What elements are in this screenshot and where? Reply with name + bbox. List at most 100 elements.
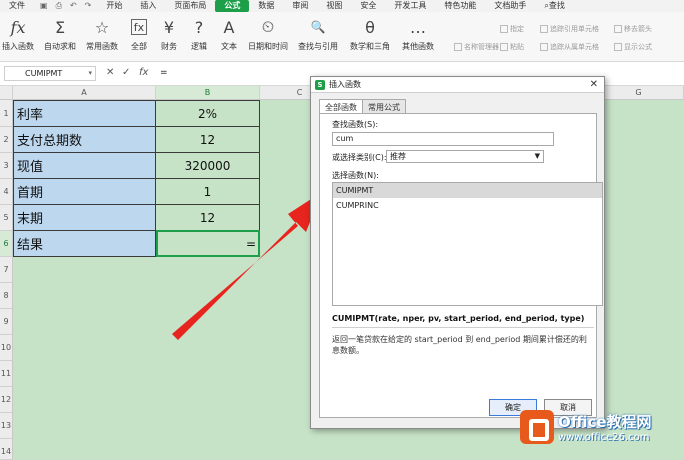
list-item-cumipmt[interactable]: CUMIPMT bbox=[333, 183, 602, 198]
cell-a2[interactable]: 支付总期数 bbox=[13, 127, 156, 153]
chevron-down-icon[interactable]: ▾ bbox=[88, 67, 92, 80]
cancel-icon[interactable]: ✕ bbox=[106, 67, 114, 78]
name-box[interactable]: CUMIPMT ▾ bbox=[4, 66, 96, 81]
row-header-14[interactable]: 14 bbox=[0, 439, 13, 460]
row-header-11[interactable]: 11 bbox=[0, 361, 13, 387]
define-name-button[interactable]: 指定 bbox=[500, 24, 524, 34]
show-formulas-icon bbox=[614, 43, 622, 51]
save-icon[interactable]: ▣ bbox=[40, 1, 48, 11]
math-trig-label: 数学和三角 bbox=[350, 42, 390, 51]
cell-b4[interactable]: 1 bbox=[156, 179, 260, 205]
paste-name-button[interactable]: 粘贴 bbox=[500, 42, 524, 52]
name-manager-button[interactable]: 名称管理器 bbox=[454, 42, 499, 52]
tab-common-formulas[interactable]: 常用公式 bbox=[362, 99, 406, 113]
row-header-3[interactable]: 3 bbox=[0, 153, 13, 179]
menu-security[interactable]: 安全 bbox=[351, 0, 385, 12]
cell-a3[interactable]: 现值 bbox=[13, 153, 156, 179]
menu-search-label: 查找 bbox=[548, 1, 565, 10]
cell-b6-active[interactable]: = bbox=[156, 230, 260, 257]
menu-features[interactable]: 特色功能 bbox=[435, 0, 485, 12]
cell-b3[interactable]: 320000 bbox=[156, 153, 260, 179]
paste-label: 粘贴 bbox=[510, 43, 524, 51]
text-icon: A bbox=[223, 17, 235, 37]
insert-function-label: 插入函数 bbox=[2, 42, 34, 51]
category-select[interactable]: 推荐 ▼ bbox=[386, 150, 544, 163]
dialog-title-bar: S 插入函数 ✕ bbox=[311, 77, 604, 93]
text-button[interactable]: A 文本 bbox=[218, 16, 240, 52]
cell-b2[interactable]: 12 bbox=[156, 127, 260, 153]
column-header-b[interactable]: B bbox=[156, 86, 260, 100]
menu-home[interactable]: 开始 bbox=[97, 0, 131, 12]
function-list[interactable]: CUMIPMT CUMPRINC bbox=[332, 182, 603, 306]
menu-doc-assistant[interactable]: 文档助手 bbox=[485, 0, 535, 12]
row-header-2[interactable]: 2 bbox=[0, 127, 13, 153]
lookup-reference-button[interactable]: 🔍 查找与引用 bbox=[298, 16, 338, 52]
list-item-cumprinc[interactable]: CUMPRINC bbox=[333, 198, 602, 213]
name-box-value: CUMIPMT bbox=[25, 69, 63, 78]
watermark: Office教程网 www.office26.com bbox=[520, 410, 652, 444]
menu-insert[interactable]: 插入 bbox=[131, 0, 165, 12]
search-function-input[interactable]: cum bbox=[332, 132, 554, 146]
remove-arrows-button[interactable]: 移去箭头 bbox=[614, 24, 652, 34]
menu-file[interactable]: 文件 bbox=[0, 0, 34, 12]
insert-function-button[interactable]: fx 插入函数 bbox=[2, 16, 34, 52]
trace-dependents-button[interactable]: 追踪从属单元格 bbox=[540, 42, 599, 52]
row-header-10[interactable]: 10 bbox=[0, 335, 13, 361]
row-header-4[interactable]: 4 bbox=[0, 179, 13, 205]
row-header-12[interactable]: 12 bbox=[0, 387, 13, 413]
math-trig-button[interactable]: θ 数学和三角 bbox=[350, 16, 390, 52]
undo-icon[interactable]: ↶ bbox=[70, 1, 77, 11]
row-header-7[interactable]: 7 bbox=[0, 257, 13, 283]
redo-icon[interactable]: ↷ bbox=[85, 1, 92, 11]
menu-data[interactable]: 数据 bbox=[249, 0, 283, 12]
confirm-icon[interactable]: ✓ bbox=[122, 67, 130, 78]
cell-a4[interactable]: 首期 bbox=[13, 179, 156, 205]
row-header-9[interactable]: 9 bbox=[0, 309, 13, 335]
category-label: 或选择类别(C): bbox=[332, 153, 387, 162]
select-all-corner[interactable] bbox=[0, 86, 13, 100]
yen-icon: ¥ bbox=[163, 17, 175, 37]
row-header-6[interactable]: 6 bbox=[0, 231, 13, 257]
column-header-a[interactable]: A bbox=[13, 86, 156, 100]
date-time-button[interactable]: ⏲ 日期和时间 bbox=[248, 16, 288, 52]
autosum-button[interactable]: Σ 自动求和 bbox=[44, 16, 76, 52]
show-formulas-button[interactable]: 显示公式 bbox=[614, 42, 652, 52]
print-icon[interactable]: ⎙ bbox=[56, 1, 62, 11]
menu-page-layout[interactable]: 页面布局 bbox=[165, 0, 215, 12]
menu-formula[interactable]: 公式 bbox=[215, 0, 250, 12]
common-functions-button[interactable]: ☆ 常用函数 bbox=[86, 16, 118, 52]
row-header-5[interactable]: 5 bbox=[0, 205, 13, 231]
name-manager-icon bbox=[454, 43, 462, 51]
fx-box-icon: fx bbox=[131, 19, 147, 35]
all-functions-button[interactable]: fx 全部 bbox=[128, 16, 150, 52]
menu-developer[interactable]: 开发工具 bbox=[385, 0, 435, 12]
magnifier-icon: 🔍 bbox=[310, 20, 326, 34]
menu-review[interactable]: 审阅 bbox=[283, 0, 317, 12]
trace-precedents-button[interactable]: 追踪引用单元格 bbox=[540, 24, 599, 34]
row-header-8[interactable]: 8 bbox=[0, 283, 13, 309]
ribbon: fx 插入函数 Σ 自动求和 ☆ 常用函数 fx 全部 ¥ 财务 ? 逻辑 A … bbox=[0, 12, 684, 62]
column-header-g[interactable]: G bbox=[594, 86, 684, 100]
tab-all-functions[interactable]: 全部函数 bbox=[319, 99, 363, 114]
cell-b5[interactable]: 12 bbox=[156, 205, 260, 231]
cell-a1[interactable]: 利率 bbox=[13, 100, 156, 127]
row-header-13[interactable]: 13 bbox=[0, 413, 13, 439]
watermark-brand: Office教程网 bbox=[558, 413, 652, 431]
cell-a5[interactable]: 末期 bbox=[13, 205, 156, 231]
cell-b1[interactable]: 2% bbox=[156, 100, 260, 127]
logic-button[interactable]: ? 逻辑 bbox=[188, 16, 210, 52]
menu-view[interactable]: 视图 bbox=[317, 0, 351, 12]
menu-search[interactable]: ⌕查找 bbox=[535, 0, 573, 12]
paste-icon bbox=[500, 43, 508, 51]
row-header-1[interactable]: 1 bbox=[0, 100, 13, 127]
finance-button[interactable]: ¥ 财务 bbox=[158, 16, 180, 52]
fx-icon[interactable]: fx bbox=[139, 67, 148, 78]
close-icon[interactable]: ✕ bbox=[590, 79, 598, 90]
select-function-label: 选择函数(N): bbox=[332, 171, 379, 180]
cell-a6[interactable]: 结果 bbox=[13, 231, 156, 257]
other-functions-button[interactable]: … 其他函数 bbox=[402, 16, 434, 52]
dialog-tabs: 全部函数 常用公式 bbox=[319, 99, 406, 114]
formula-input[interactable]: = bbox=[160, 68, 168, 78]
sigma-icon: Σ bbox=[54, 17, 66, 37]
chevron-down-icon: ▼ bbox=[534, 152, 540, 160]
